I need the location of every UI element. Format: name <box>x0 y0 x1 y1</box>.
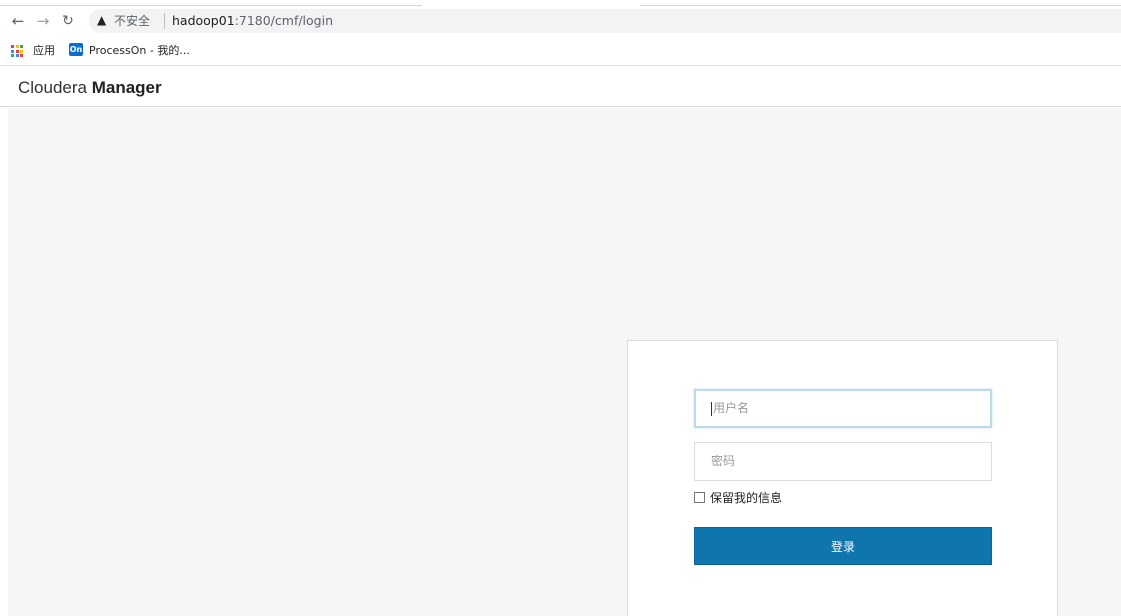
brand-light: Cloudera <box>18 78 92 97</box>
brand-logo[interactable]: Cloudera Manager <box>18 77 162 99</box>
url-path: :7180/cmf/login <box>234 13 334 28</box>
remember-me[interactable]: 保留我的信息 <box>694 489 782 507</box>
bookmark-processon[interactable]: ProcessOn - 我的... <box>89 43 190 59</box>
reload-icon[interactable]: ↻ <box>58 11 78 31</box>
address-bar[interactable]: ▲ 不安全 hadoop01:7180/cmf/login <box>89 9 1121 33</box>
login-panel: 用户名 密码 保留我的信息 登录 <box>627 340 1058 616</box>
login-button[interactable]: 登录 <box>694 527 992 565</box>
apps-grid-icon[interactable] <box>11 45 23 57</box>
username-input[interactable]: 用户名 <box>694 389 992 428</box>
remember-label[interactable]: 保留我的信息 <box>710 491 782 505</box>
arrow-right-icon[interactable]: → <box>33 11 53 31</box>
remember-checkbox[interactable] <box>694 492 705 503</box>
text-caret <box>711 401 712 416</box>
url-host: hadoop01 <box>172 13 235 28</box>
security-label[interactable]: 不安全 <box>114 13 150 29</box>
address-separator <box>164 13 165 29</box>
warning-triangle-icon[interactable]: ▲ <box>97 12 111 28</box>
bookmark-apps[interactable]: 应用 <box>33 43 55 59</box>
password-placeholder: 密码 <box>711 454 736 468</box>
brand-bold: Manager <box>91 78 162 97</box>
browser-toolbar: ← → ↻ ▲ 不安全 hadoop01:7180/cmf/login <box>0 6 1121 36</box>
url-text[interactable]: hadoop01:7180/cmf/login <box>172 13 333 29</box>
app-header: Cloudera Manager <box>0 66 1121 107</box>
username-placeholder: 用户名 <box>713 401 750 415</box>
bookmarks-bar: 应用 On ProcessOn - 我的... <box>0 38 1121 64</box>
processon-icon[interactable]: On <box>69 43 83 56</box>
password-input[interactable]: 密码 <box>694 442 992 481</box>
arrow-left-icon[interactable]: ← <box>8 11 28 31</box>
